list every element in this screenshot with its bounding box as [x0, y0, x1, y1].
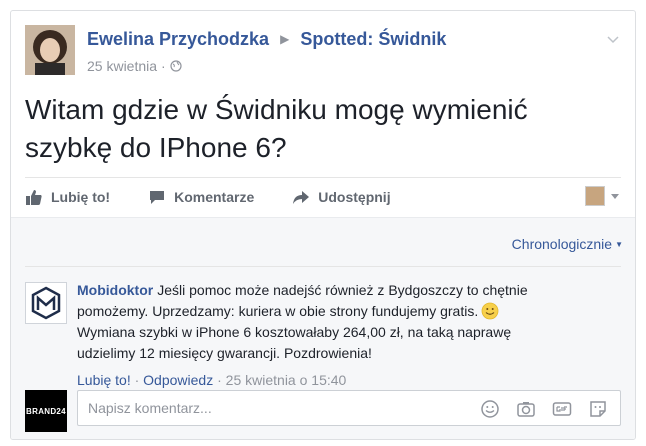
- camera-icon[interactable]: [516, 399, 536, 419]
- author-avatar-image: [25, 25, 75, 75]
- post-header: Ewelina Przychodzka ▶ Spotted: Świdnik 2…: [25, 25, 621, 79]
- share-button[interactable]: Udostępnij: [292, 188, 391, 206]
- comment-links: Lubię to! · Odpowiedz · 25 kwietnia o 15…: [77, 372, 346, 388]
- commenter-avatar[interactable]: [25, 282, 67, 324]
- reply-avatar: BRAND24: [25, 390, 67, 432]
- chevron-down-icon[interactable]: [605, 31, 621, 47]
- smiley-icon: [481, 302, 499, 320]
- sticker-icon[interactable]: [588, 399, 608, 419]
- post-meta: 25 kwietnia ·: [87, 58, 182, 74]
- mobidoktor-logo-icon: [31, 286, 61, 320]
- emoji-icon[interactable]: [480, 399, 500, 419]
- comment-input[interactable]: Napisz komentarz...: [77, 390, 621, 426]
- link-separator: ·: [134, 372, 140, 388]
- link-separator: ·: [217, 372, 222, 388]
- comment-input-placeholder: Napisz komentarz...: [88, 400, 212, 416]
- globe-icon: [170, 60, 182, 72]
- post-as-selector[interactable]: [585, 186, 621, 206]
- share-icon: [293, 190, 310, 204]
- author-line: Ewelina Przychodzka ▶ Spotted: Świdnik: [87, 29, 446, 50]
- triangle-right-icon: ▶: [280, 32, 290, 46]
- share-label: Udostępnij: [318, 188, 391, 205]
- like-label: Lubię to!: [51, 188, 111, 205]
- group-name-link[interactable]: Spotted: Świdnik: [300, 29, 446, 49]
- sort-label: Chronologicznie: [511, 236, 613, 252]
- gif-icon[interactable]: [552, 399, 572, 419]
- post-card: Ewelina Przychodzka ▶ Spotted: Świdnik 2…: [10, 10, 636, 440]
- comment-button[interactable]: Komentarze: [148, 188, 254, 206]
- caret-down-icon: [611, 194, 619, 199]
- comment-reply-link[interactable]: Odpowiedz: [143, 372, 213, 388]
- author-name-link[interactable]: Ewelina Przychodzka: [87, 29, 269, 49]
- comment-icon: [150, 190, 165, 204]
- post-as-avatar: [585, 186, 605, 206]
- comments-section: Chronologicznie ▼ Mobidoktor Jeśli pomoc …: [11, 217, 635, 439]
- divider: [25, 266, 621, 267]
- author-avatar[interactable]: [25, 25, 75, 75]
- comment-author-link[interactable]: Mobidoktor: [77, 282, 153, 298]
- date-separator: ·: [161, 58, 166, 74]
- comment: Mobidoktor Jeśli pomoc może nadejść równi…: [25, 280, 621, 390]
- reply-icons: [480, 399, 608, 419]
- post-text: Witam gdzie w Świdniku mogę wymienić szy…: [25, 94, 528, 163]
- comment-like-link[interactable]: Lubię to!: [77, 372, 131, 388]
- reply-row: BRAND24 Napisz komentarz...: [25, 390, 621, 432]
- caret-down-icon: ▼: [615, 239, 623, 249]
- action-bar: Lubię to! Komentarze Udostępnij: [25, 177, 621, 215]
- comment-timestamp[interactable]: 25 kwietnia o 15:40: [226, 372, 347, 388]
- comment-body: Mobidoktor Jeśli pomoc może nadejść równi…: [77, 280, 547, 364]
- sort-dropdown[interactable]: Chronologicznie ▼: [512, 236, 623, 252]
- post-date-link[interactable]: 25 kwietnia: [87, 58, 157, 74]
- like-icon: [26, 189, 42, 205]
- comment-label: Komentarze: [174, 188, 255, 205]
- comment-text-2: Wymiana szybki w iPhone 6 kosztowałaby 2…: [77, 324, 512, 361]
- like-button[interactable]: Lubię to!: [25, 188, 110, 206]
